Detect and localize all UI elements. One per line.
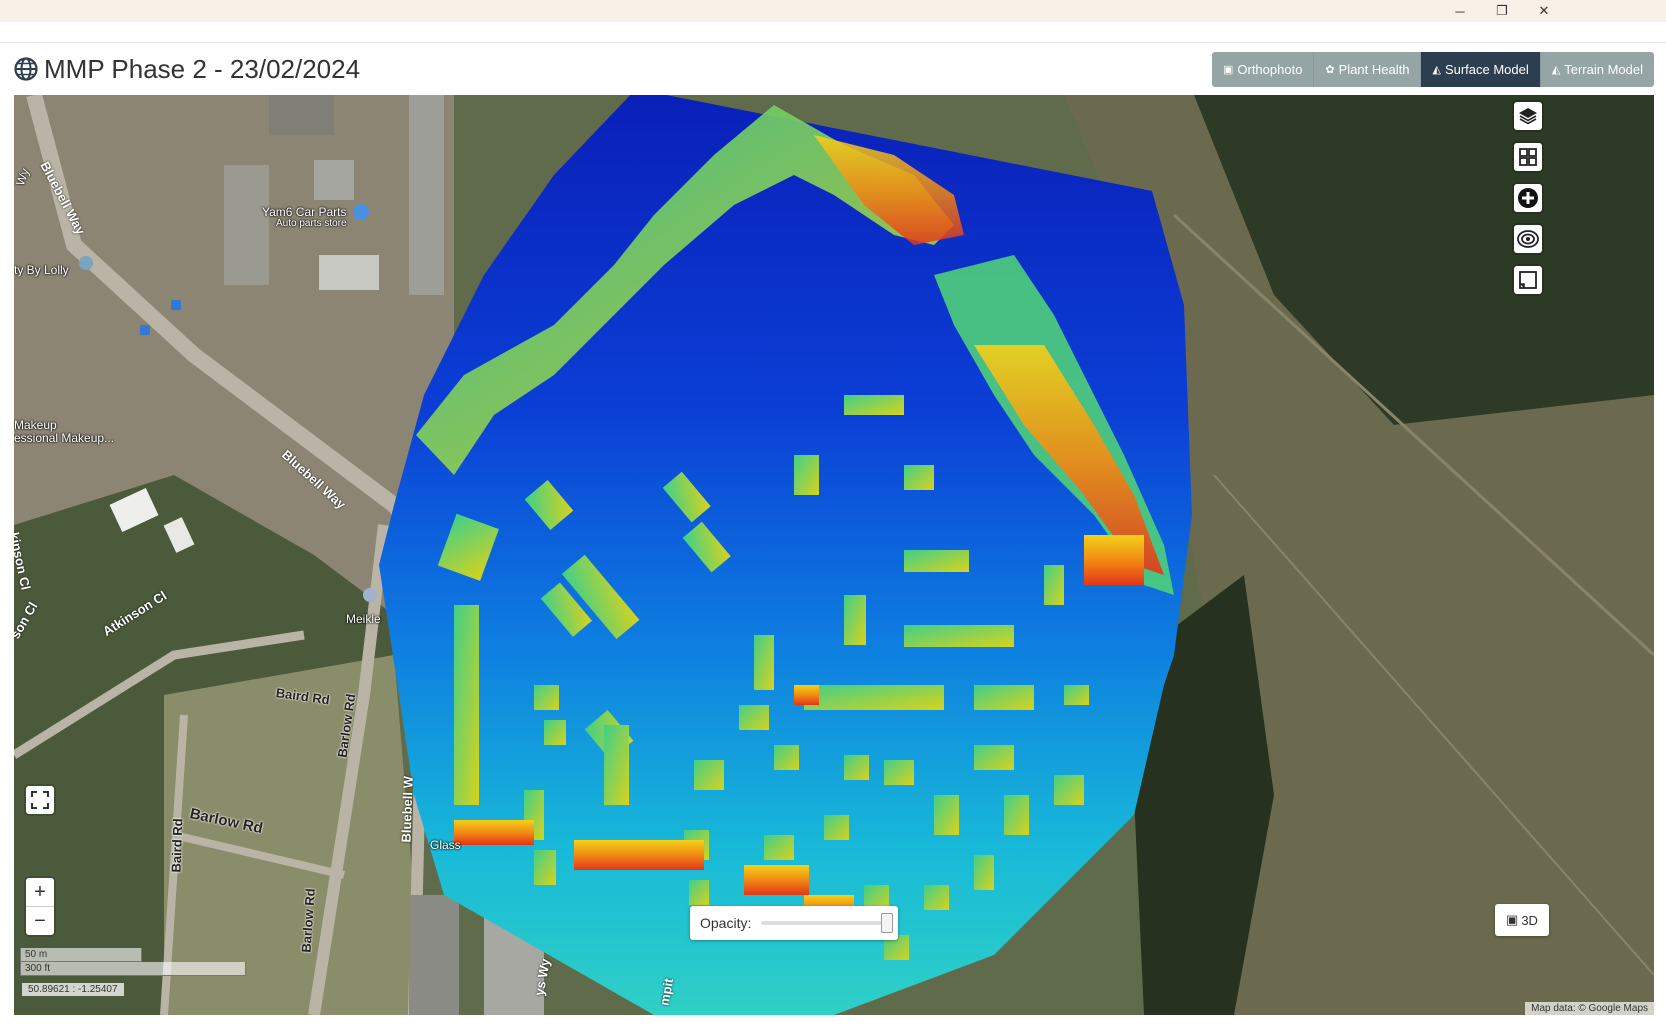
map-label-beauty: ty By Lolly <box>14 263 69 277</box>
view-toggle-group: ▣ Orthophoto ✿ Plant Health ◭ Surface Mo… <box>1211 52 1654 87</box>
map-viewport[interactable]: Yam6 Car Parts Auto parts store ty By Lo… <box>14 95 1654 1015</box>
fullscreen-icon <box>31 791 49 809</box>
window-titlebar: ─ ❐ ✕ <box>0 0 1666 22</box>
add-annotation-button[interactable] <box>1514 184 1542 212</box>
road-label-bluebell-bottom: Bluebell W <box>398 775 416 843</box>
map-label-glass: Glass <box>430 838 461 852</box>
opacity-control: Opacity: <box>690 906 898 940</box>
road-label-baird-vert: Baird Rd <box>168 818 186 873</box>
page-title: MMP Phase 2 - 23/02/2024 <box>44 53 361 84</box>
minimize-button[interactable]: ─ <box>1438 0 1482 22</box>
layers-icon <box>1519 108 1537 125</box>
cube-icon: ▣ <box>1506 912 1519 927</box>
area-chart-icon: ◭ <box>1551 64 1561 76</box>
map-label-meikle: Meikle <box>346 612 381 626</box>
coordinates-readout: 50.89621 : -1.25407 <box>22 983 124 996</box>
map-label-yam6-sub: Auto parts store <box>276 218 347 229</box>
orthophoto-label: Orthophoto <box>1237 62 1303 77</box>
scale-imperial: 300 ft <box>20 962 246 976</box>
grid-icon <box>1519 148 1537 166</box>
opacity-slider-thumb[interactable] <box>881 913 894 933</box>
surface-model-button[interactable]: ◭ Surface Model <box>1421 52 1541 87</box>
globe-icon <box>14 57 38 81</box>
terrain-model-label: Terrain Model <box>1564 62 1643 77</box>
measure-button[interactable] <box>1514 266 1542 294</box>
zoom-in-button[interactable]: + <box>26 878 54 907</box>
zoom-control: + − <box>26 878 54 935</box>
plant-health-button[interactable]: ✿ Plant Health <box>1314 52 1422 87</box>
zoom-out-button[interactable]: − <box>26 907 54 935</box>
close-button[interactable]: ✕ <box>1522 0 1566 22</box>
page-header: MMP Phase 2 - 23/02/2024 <box>14 52 360 86</box>
opacity-slider[interactable] <box>761 913 894 933</box>
header-divider <box>0 42 1666 43</box>
satellite-basemap <box>14 95 1654 1015</box>
layers-button[interactable] <box>1514 102 1542 130</box>
opacity-label: Opacity: <box>700 915 752 931</box>
visibility-button[interactable] <box>1514 225 1542 253</box>
plus-circle-icon <box>1518 188 1538 208</box>
plant-health-label: Plant Health <box>1338 62 1410 77</box>
map-label-yam6: Yam6 Car Parts <box>262 205 347 219</box>
3d-label: 3D <box>1521 912 1538 928</box>
terrain-model-button[interactable]: ◭ Terrain Model <box>1540 52 1654 87</box>
area-chart-icon: ◭ <box>1432 64 1441 76</box>
map-label-makeup-sub: essional Makeup... <box>14 431 115 445</box>
grid-button[interactable] <box>1514 143 1542 171</box>
surface-model-label: Surface Model <box>1444 62 1529 77</box>
plant-icon: ✿ <box>1325 64 1335 76</box>
measure-icon <box>1519 271 1537 289</box>
restore-button[interactable]: ❐ <box>1480 0 1524 22</box>
scale-metric: 50 m <box>20 948 142 962</box>
map-attribution: Map data: © Google Maps <box>1525 1002 1654 1015</box>
fullscreen-button[interactable] <box>26 786 54 814</box>
map-label-makeup: Makeup <box>14 418 57 432</box>
orthophoto-button[interactable]: ▣ Orthophoto <box>1211 52 1315 87</box>
3d-view-button[interactable]: ▣ 3D <box>1495 904 1549 936</box>
image-icon: ▣ <box>1222 64 1234 76</box>
eye-icon <box>1517 230 1539 248</box>
